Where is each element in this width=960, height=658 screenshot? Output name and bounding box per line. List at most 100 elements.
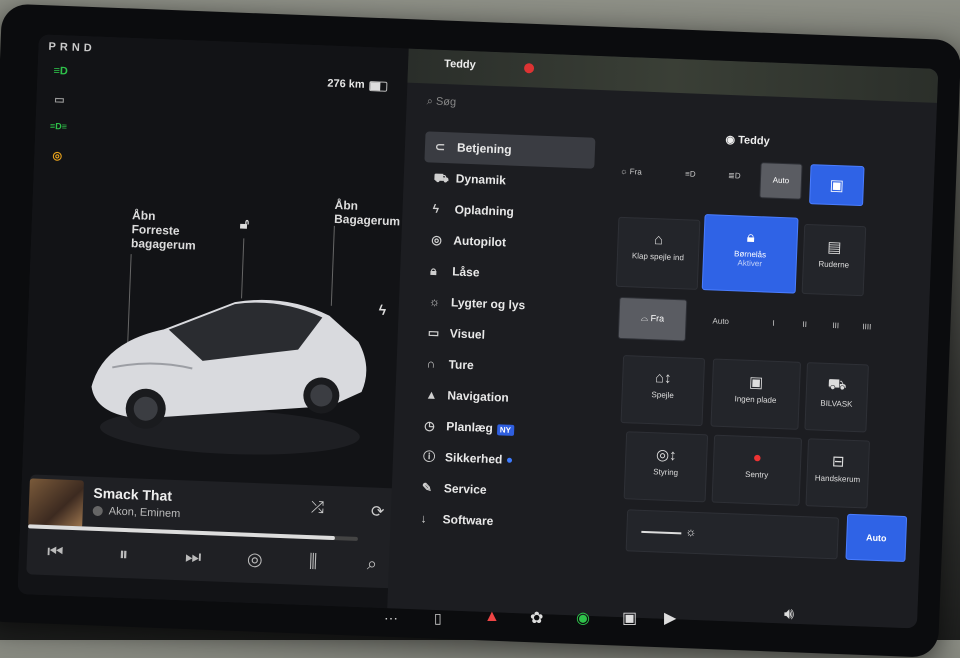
high-beam-option[interactable]: ▣	[809, 164, 865, 207]
playback-progress[interactable]	[28, 524, 358, 541]
album-art[interactable]	[28, 478, 84, 529]
car-wash-button[interactable]: ⛟ BILVASK	[804, 362, 869, 433]
low-beam-option[interactable]: ≣D	[728, 171, 741, 180]
next-track-icon[interactable]: ⏭	[185, 546, 202, 568]
steering-adjust-icon: ◎↕	[655, 446, 677, 465]
menu-item-label: Betjening	[456, 140, 512, 157]
high-beam-icon: ▣	[829, 176, 845, 195]
car-wash-icon: ⛟	[827, 375, 847, 394]
car-wash-label: BILVASK	[820, 398, 853, 409]
display-icon: ▭	[427, 325, 440, 340]
artist-name: Akon, Eminem	[108, 505, 181, 521]
no-plate-button[interactable]: ▣ Ingen plade	[710, 358, 802, 430]
steering-label: Styring	[653, 467, 679, 478]
settings-search[interactable]: ⌕ Søg	[426, 95, 456, 109]
download-icon: ↓	[420, 511, 427, 526]
menu-item-label: Navigation	[447, 388, 510, 405]
settings-menu: ⊂ Betjening ⛟ Dynamik ϟ Opladning ◎ Autopilot 🔒︎…	[410, 131, 596, 541]
mirrors-label: Spejle	[651, 390, 674, 401]
open-trunk-button[interactable]: Åbn Bagagerum	[334, 198, 401, 229]
wiper-speed-4[interactable]: IIII	[862, 322, 871, 331]
toggle-icon: ⊂	[434, 139, 446, 155]
range-readout: 276 km	[327, 77, 365, 91]
menu-item-label: Opladning	[454, 202, 515, 219]
phone-icon[interactable]: ▯	[434, 610, 442, 627]
steering-wheel-icon: ◎	[431, 232, 443, 247]
sentry-button[interactable]: ● Sentry	[711, 434, 803, 506]
window-lock-button[interactable]: ▤ Ruderne	[801, 223, 867, 297]
menu-item-label: Låse	[451, 264, 480, 280]
artist-avatar	[92, 505, 103, 517]
lights-auto-label: Auto	[772, 175, 790, 186]
search-icon[interactable]: ⌕	[367, 553, 378, 574]
record-icon[interactable]	[523, 63, 535, 74]
app-dock: ⋯ ▯ ▲ ✿ ◉ ▣ ▶ 🔊︎	[0, 600, 900, 640]
lights-auto-option[interactable]: Auto	[759, 162, 803, 200]
source-icon[interactable]: ◎	[247, 549, 263, 571]
brightness-auto-label: Auto	[865, 532, 887, 544]
tire-pressure-icon: ◎	[52, 150, 63, 163]
previous-track-icon[interactable]: ⏮	[47, 541, 64, 563]
lock-icon: 🔒︎	[429, 263, 437, 278]
pause-icon[interactable]: ⏸	[119, 544, 129, 565]
child-lock-button[interactable]: 🔒︎ Børnelås Aktiver	[701, 214, 799, 294]
fold-mirrors-button[interactable]: ⌂ Klap spejle ind	[615, 216, 701, 290]
sun-icon: ☼	[428, 294, 441, 309]
open-frunk-button[interactable]: Åbn Forreste bagagerum	[131, 208, 197, 252]
wiper-speed-3[interactable]: III	[832, 321, 839, 330]
mirror-adjust-icon: ⌂↕	[654, 369, 672, 387]
mirrors-button[interactable]: ⌂↕ Spejle	[620, 355, 706, 427]
navigation-app-icon[interactable]: ▲	[484, 608, 500, 626]
unlock-icon[interactable]: 🔓︎	[240, 215, 250, 231]
equalizer-icon[interactable]: ⫼	[309, 551, 318, 572]
info-icon: ⓘ	[422, 449, 436, 464]
camera-icon: ▭	[54, 94, 65, 107]
glovebox-icon: ⊟	[831, 453, 845, 471]
fan-icon[interactable]: ✿	[530, 608, 543, 628]
glovebox-label: Handskerum	[814, 473, 861, 485]
fold-mirrors-label: Klap spejle ind	[631, 251, 685, 263]
wiper-off-label: Fra	[650, 313, 665, 324]
camera-app-icon[interactable]: ▣	[622, 608, 637, 628]
sentry-label: Sentry	[744, 469, 769, 480]
profile-name-top[interactable]: Teddy	[444, 58, 476, 71]
shuffle-icon[interactable]: ⤮	[311, 499, 324, 517]
wiper-auto-option[interactable]: Auto	[712, 316, 729, 326]
glovebox-button[interactable]: ⊟ Handskerum	[805, 438, 871, 509]
route-icon: ∩	[426, 356, 436, 371]
brightness-auto-button[interactable]: Auto	[845, 513, 908, 563]
wiper-speed-2[interactable]: II	[802, 320, 807, 329]
menu-item-label: Service	[443, 481, 487, 497]
menu-item-software[interactable]: ↓ Software	[410, 503, 581, 541]
spotify-icon[interactable]: ◉	[576, 608, 590, 628]
brightness-slider[interactable]: ☼	[625, 509, 840, 560]
volume-icon[interactable]: 🔊︎	[784, 606, 794, 624]
menu-item-label: Dynamik	[455, 171, 507, 188]
media-player: Smack That Akon, Eminem ⤮ ⟳ ⏮ ⏸ ⏭ ◎ ⫼ ⌕	[26, 474, 410, 589]
headlight-icon: ≡D	[53, 64, 69, 78]
notification-dot	[507, 458, 513, 464]
battery-icon	[369, 81, 388, 92]
child-lock-status: Aktiver	[737, 258, 763, 269]
menu-item-label: Visuel	[449, 326, 486, 342]
lights-off-option[interactable]: ☼ Fra	[620, 167, 642, 177]
theater-icon[interactable]: ▶	[664, 608, 676, 628]
controls-pane: Teddy ⌕ Søg ◉ Teddy ⊂ Betjening ⛟ Dynamik ϟ O…	[387, 48, 939, 629]
window-icon: ▤	[827, 238, 842, 257]
car-status-pane: PRND ≡D ▭ ≡D≡ ◎ 276 km Åbn Forreste baga…	[17, 34, 410, 609]
parking-lights-option[interactable]: ≡D	[685, 169, 696, 178]
sentry-icon: ●	[752, 449, 763, 467]
menu-item-label: Ture	[448, 357, 475, 373]
car-model-image	[91, 299, 367, 455]
wrench-icon: ✎	[421, 480, 433, 495]
menu-item-label: Autopilot	[453, 233, 507, 250]
navigation-icon: ▲	[425, 387, 438, 402]
repeat-icon[interactable]: ⟳	[371, 501, 385, 521]
lights-off-label: Fra	[629, 167, 642, 177]
sidelight-icon: ≡D≡	[49, 120, 68, 132]
wiper-off-button[interactable]: ⌓ Fra	[617, 296, 688, 342]
wiper-speed-1[interactable]: I	[772, 319, 775, 328]
brightness-icon: ☼	[685, 524, 697, 539]
dots-icon[interactable]: ⋯	[384, 610, 398, 627]
steering-button[interactable]: ◎↕ Styring	[623, 431, 709, 503]
